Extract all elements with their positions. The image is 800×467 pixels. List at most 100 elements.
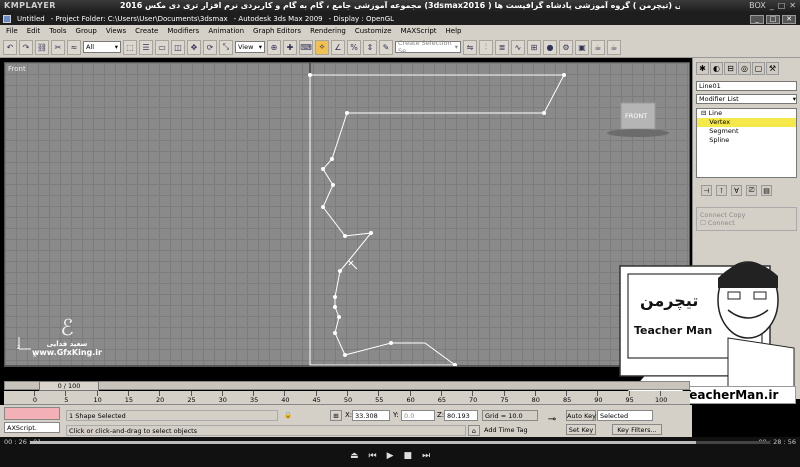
display-tab-icon[interactable]: ▢ [752,62,765,75]
edit-named-selection-icon[interactable]: ✎ [379,39,393,55]
utilities-tab-icon[interactable]: ⚒ [766,62,779,75]
next-icon[interactable]: ⏭ [422,451,430,461]
modifier-list-dropdown[interactable]: Modifier List ▾ [696,94,797,104]
close-icon[interactable]: ✕ [789,1,796,10]
mirror-icon[interactable]: ⇋ [463,39,477,55]
menu-item-graph-editors[interactable]: Graph Editors [253,27,301,35]
selected-dropdown[interactable]: Selected [597,410,653,421]
motion-tab-icon[interactable]: ◎ [738,62,751,75]
stack-item-line[interactable]: ⊟ Line [697,109,796,118]
render-production-icon[interactable]: ☕ [607,39,621,55]
menu-item-edit[interactable]: Edit [27,27,41,35]
quick-render-icon[interactable]: ☕ [591,39,605,55]
make-unique-icon[interactable]: ∀ [731,185,742,196]
percent-snap-icon[interactable]: % [347,39,361,55]
menu-item-rendering[interactable]: Rendering [310,27,346,35]
app-close-icon[interactable]: ✕ [782,14,796,24]
menu-item-group[interactable]: Group [76,27,97,35]
auto-key-button[interactable]: Auto Key [566,410,596,421]
menu-item-animation[interactable]: Animation [208,27,244,35]
layer-manager-icon[interactable]: ≣ [495,39,509,55]
track-bar-ruler[interactable]: 0 5 10 15 20 25 30 35 40 45 50 55 60 65 70 75 80 85 90 95 10… [4,391,690,405]
maxscript-mini-listener[interactable] [4,407,60,420]
app-maximize-icon[interactable]: □ [766,14,780,24]
object-name-field[interactable]: Line01 [696,81,797,91]
redo-icon[interactable]: ↷ [19,39,33,55]
menu-item-file[interactable]: File [6,27,18,35]
modify-tab-icon[interactable]: ◐ [710,62,723,75]
stack-item-vertex[interactable]: Vertex [697,118,796,127]
align-icon[interactable]: ⫶ [479,39,493,55]
set-key-button[interactable]: Set Key [566,424,596,435]
pivot-center-icon[interactable]: ⊕ [267,39,281,55]
configure-sets-icon[interactable]: ▤ [761,185,772,196]
absolute-mode-icon[interactable]: ⊞ [330,410,342,421]
stack-item-spline[interactable]: Spline [697,136,796,145]
time-slider-handle[interactable]: 0 / 100 [39,381,99,391]
minimize-icon[interactable]: _ [770,1,774,10]
svg-text:تیچرمن: تیچرمن [640,291,698,311]
app-minimize-icon[interactable]: _ [750,14,764,24]
front-viewport[interactable]: Front FRONT z x [4,62,690,367]
menu-item-maxscript[interactable]: MAXScript [401,27,437,35]
key-filters-button[interactable]: Key Filters... [612,424,662,435]
stop-icon[interactable]: ■ [404,451,413,461]
hierarchy-tab-icon[interactable]: ⊟ [724,62,737,75]
maximize-icon[interactable]: □ [778,1,786,10]
player-box-label[interactable]: BOX [749,1,766,10]
scale-icon[interactable]: ⤡ [219,39,233,55]
play-icon[interactable]: ▶ [387,451,394,461]
set-key-icon[interactable]: ⊸ [542,415,562,429]
render-setup-icon[interactable]: ⚙ [559,39,573,55]
remove-modifier-icon[interactable]: ⎚ [746,185,757,196]
rotate-icon[interactable]: ⟳ [203,39,217,55]
show-end-result-icon[interactable]: ⊺ [716,185,727,196]
x-coord-field[interactable]: 33.308 [352,410,390,421]
rendered-frame-icon[interactable]: ▣ [575,39,589,55]
lock-selection-icon[interactable]: 🔒 [282,410,294,421]
schematic-view-icon[interactable]: ⊞ [527,39,541,55]
previous-icon[interactable]: ⏮ [369,451,377,461]
spinner-snap-icon[interactable]: ⇕ [363,39,377,55]
maxscript-listener[interactable]: AXScript. [4,422,60,433]
select-object-icon[interactable]: ⬚ [123,39,137,55]
menu-item-create[interactable]: Create [135,27,158,35]
bind-space-warp-icon[interactable]: ≈ [67,39,81,55]
angle-snap-icon[interactable]: ∠ [331,39,345,55]
add-time-tag-button[interactable]: Add Time Tag [482,425,538,436]
menu-item-customize[interactable]: Customize [355,27,392,35]
time-tag-icon[interactable]: ⌂ [468,425,480,436]
move-icon[interactable]: ✥ [187,39,201,55]
link-icon[interactable]: ⛓ [35,39,49,55]
menu-item-help[interactable]: Help [446,27,462,35]
player-seek-bar[interactable] [30,441,770,444]
named-selection-set-dropdown[interactable]: Create Selection Se ▾ [395,39,461,55]
select-manipulate-icon[interactable]: ✚ [283,39,297,55]
snaps-toggle-icon[interactable]: ⟡ [315,39,329,55]
menu-item-views[interactable]: Views [106,27,126,35]
keyboard-shortcut-icon[interactable]: ⌨ [299,39,313,55]
z-coord-field[interactable]: 80.193 [444,410,478,421]
undo-icon[interactable]: ↶ [3,39,17,55]
selection-filter-dropdown[interactable]: All ▾ [83,41,121,53]
menu-item-tools[interactable]: Tools [49,27,66,35]
rect-selection-icon[interactable]: ▭ [155,39,169,55]
pin-stack-icon[interactable]: ⊣ [701,185,712,196]
connect-checkbox[interactable]: ☐ Connect [700,219,793,227]
menu-item-modifiers[interactable]: Modifiers [167,27,199,35]
window-crossing-icon[interactable]: ◫ [171,39,185,55]
unlink-icon[interactable]: ✂ [51,39,65,55]
reference-coordinate-dropdown[interactable]: View ▾ [235,41,265,53]
stack-item-segment[interactable]: Segment [697,127,796,136]
y-coord-field[interactable]: 0.0 [401,410,435,421]
time-slider[interactable]: 0 / 100 [4,381,690,391]
material-editor-icon[interactable]: ● [543,39,557,55]
curve-editor-icon[interactable]: ∿ [511,39,525,55]
select-by-name-icon[interactable]: ☰ [139,39,153,55]
eject-icon[interactable]: ⏏ [350,451,359,461]
create-tab-icon[interactable]: ✱ [696,62,709,75]
viewcube[interactable] [607,102,669,137]
ruler-tick-label: 5 [64,396,69,404]
ruler-tick-label: 90 [594,396,603,404]
spline-line01[interactable] [309,74,565,366]
